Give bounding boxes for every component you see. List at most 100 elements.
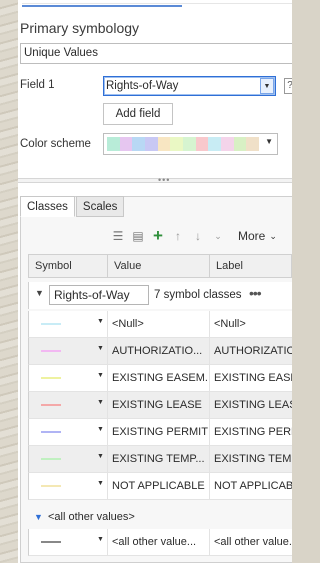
symbol-swatch[interactable] [41, 376, 61, 379]
color-swatch [145, 137, 158, 151]
chevron-down-icon[interactable]: ▼ [97, 399, 104, 406]
value-cell: AUTHORIZATIO... [108, 337, 210, 365]
symbol-swatch[interactable] [41, 430, 61, 433]
table-row[interactable]: ▼ <all other value... <all other value..… [28, 528, 292, 556]
table-row[interactable]: ▼ <Null> <Null> [28, 310, 292, 338]
label-cell[interactable]: <Null> [210, 311, 292, 338]
color-swatch [119, 137, 133, 151]
table-row[interactable]: ▼ NOT APPLICABLENOT APPLICABLE [28, 472, 292, 500]
color-swatch [157, 137, 171, 151]
tab-scales[interactable]: Scales [75, 196, 125, 217]
add-field-button[interactable]: Add field [103, 103, 173, 125]
color-scheme-swatches [107, 137, 260, 151]
value-cell: NOT APPLICABLE [108, 472, 210, 500]
color-swatch [208, 137, 222, 151]
chevron-down-icon[interactable]: ▼ [97, 318, 104, 325]
color-swatch [183, 137, 196, 151]
table-row[interactable]: ▼ EXISTING TEMP...EXISTING TEMP... [28, 445, 292, 473]
color-swatch [107, 137, 120, 151]
symbol-cell[interactable]: ▼ [29, 364, 108, 392]
classes-toolbar: ☰ ▤ + ↑ ↓ ⌄ More ⌄ [108, 227, 277, 245]
active-tab-indicator [22, 5, 182, 7]
other-values-heading: <all other values> [48, 511, 135, 523]
symbol-swatch[interactable] [41, 403, 61, 406]
symbol-swatch[interactable] [41, 322, 61, 325]
value-cell: <all other value... [108, 528, 210, 556]
column-header-label[interactable]: Label [210, 255, 292, 277]
move-up-icon[interactable]: ↑ [168, 227, 188, 245]
chevron-down-icon[interactable]: ▼ [35, 288, 44, 298]
symbol-cell[interactable]: ▼ [29, 337, 108, 365]
section-title: Primary symbology [20, 20, 140, 36]
group-header-row: ▼ Rights-of-Way 7 symbol classes ••• [28, 282, 292, 309]
symbol-cell[interactable]: ▼ [29, 418, 108, 446]
chevron-down-icon[interactable]: ▼ [97, 345, 104, 352]
symbol-cell[interactable]: ▼ [29, 472, 108, 500]
table-row[interactable]: ▼ AUTHORIZATIO...AUTHORIZATIO... [28, 337, 292, 365]
symbol-swatch[interactable] [41, 349, 61, 352]
color-scheme-select[interactable]: ▼ [103, 133, 278, 155]
field1-value: Rights-of-Way [106, 80, 179, 92]
label-cell[interactable]: EXISTING TEMP... [210, 446, 292, 473]
pane-splitter[interactable] [18, 178, 292, 183]
chevron-down-icon: ▼ [265, 137, 273, 146]
other-values-group: ▼ <all other values> [28, 506, 292, 528]
grip-icon[interactable]: ••• [158, 175, 170, 185]
renderer-select[interactable]: Unique Values [20, 43, 292, 64]
tab-classes[interactable]: Classes [20, 196, 75, 217]
map-background [0, 0, 18, 563]
chevron-down-icon[interactable]: ▼ [97, 372, 104, 379]
color-swatch [221, 137, 234, 151]
color-scheme-label: Color scheme [20, 138, 91, 150]
add-icon[interactable]: + [148, 227, 168, 245]
label-cell[interactable]: EXISTING LEASE [210, 392, 292, 419]
label-cell[interactable]: <all other value... [210, 529, 292, 556]
add-classes-icon[interactable]: ▤ [128, 227, 148, 245]
symbol-swatch[interactable] [41, 484, 61, 487]
table-row[interactable]: ▼ EXISTING PERMITEXISTING PERMIT [28, 418, 292, 446]
symbol-cell[interactable]: ▼ [29, 391, 108, 419]
chevron-down-icon[interactable]: ⌄ [269, 231, 277, 242]
chevron-down-icon[interactable]: ▼ [97, 453, 104, 460]
chevron-down-icon[interactable]: ▼ [97, 480, 104, 487]
table-row[interactable]: ▼ EXISTING LEASEEXISTING LEASE [28, 391, 292, 419]
symbology-tabs: Classes Scales [20, 196, 125, 217]
move-down-icon[interactable]: ↓ [188, 227, 208, 245]
label-cell[interactable]: AUTHORIZATIO... [210, 338, 292, 365]
table-icon[interactable]: ☰ [108, 227, 128, 245]
label-cell[interactable]: EXISTING EASEM... [210, 365, 292, 392]
grid-header: Symbol Value Label [28, 254, 292, 278]
color-swatch [246, 137, 260, 151]
value-cell: EXISTING PERMIT [108, 418, 210, 446]
symbol-swatch[interactable] [41, 540, 61, 543]
symbol-swatch[interactable] [41, 457, 61, 460]
chevron-down-icon[interactable]: ▼ [97, 426, 104, 433]
column-header-value[interactable]: Value [108, 255, 210, 277]
chevron-down-icon[interactable]: ▼ [97, 536, 104, 543]
symbol-cell[interactable]: ▼ [29, 445, 108, 473]
pane-top-border [22, 3, 292, 4]
label-cell[interactable]: NOT APPLICABLE [210, 473, 292, 500]
chevron-down-icon[interactable]: ▼ [34, 512, 43, 522]
field1-label: Field 1 [20, 79, 55, 91]
symbology-pane: Primary symbology Unique Values Field 1 … [18, 0, 292, 563]
color-swatch [132, 137, 146, 151]
color-swatch [233, 137, 247, 151]
field1-select[interactable]: Rights-of-Way ▼ [103, 76, 276, 96]
more-options-icon[interactable]: ••• [249, 285, 262, 301]
column-header-symbol[interactable]: Symbol [29, 255, 108, 277]
value-cell: <Null> [108, 310, 210, 338]
value-cell: EXISTING LEASE [108, 391, 210, 419]
group-field-name[interactable]: Rights-of-Way [49, 285, 149, 305]
color-swatch [195, 137, 209, 151]
chevron-down-icon[interactable]: ▼ [260, 78, 274, 94]
sort-icon[interactable]: ⌄ [208, 227, 228, 245]
symbol-cell[interactable]: ▼ [29, 528, 108, 556]
label-cell[interactable]: EXISTING PERMIT [210, 419, 292, 446]
help-icon[interactable]: ? [284, 78, 292, 94]
symbol-cell[interactable]: ▼ [29, 310, 108, 338]
symbol-class-count: 7 symbol classes [154, 289, 242, 301]
more-menu-button[interactable]: More [238, 229, 265, 243]
classes-grid: Symbol Value Label [28, 254, 292, 278]
table-row[interactable]: ▼ EXISTING EASEM...EXISTING EASEM... [28, 364, 292, 392]
